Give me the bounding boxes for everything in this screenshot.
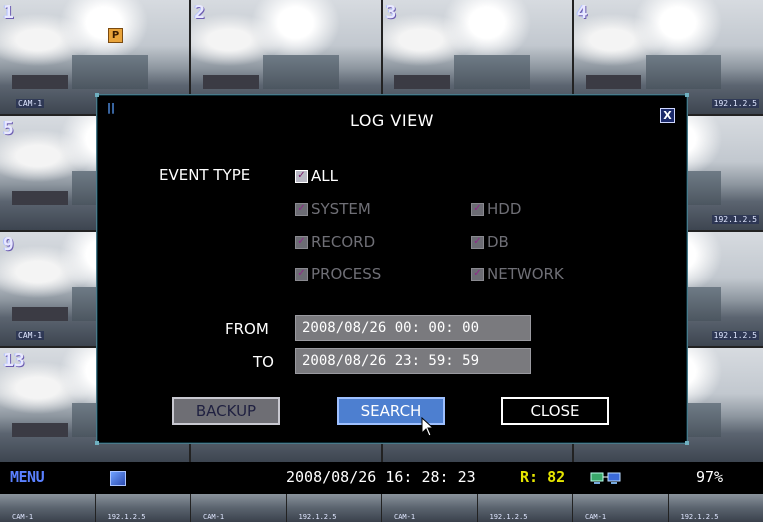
checkbox-label: ALL bbox=[311, 167, 338, 185]
checkbox-label: SYSTEM bbox=[311, 200, 371, 218]
to-datetime-field[interactable]: 2008/08/26 23: 59: 59 bbox=[295, 348, 531, 374]
thumbnail-label: 192.1.2.5 bbox=[489, 513, 528, 521]
camera-number: 5 bbox=[3, 118, 14, 139]
thumbnail[interactable]: CAM-1 bbox=[191, 494, 286, 522]
thumbnail-label: 192.1.2.5 bbox=[107, 513, 146, 521]
camera-number: 4 bbox=[576, 2, 588, 23]
thumbnail-strip: CAM-1 192.1.2.5 CAM-1 192.1.2.5 CAM-1 19… bbox=[0, 494, 763, 522]
menu-button[interactable]: MENU bbox=[10, 468, 45, 486]
record-status: R: 82 bbox=[520, 468, 566, 486]
close-icon[interactable]: X bbox=[660, 108, 675, 123]
dialog-corner bbox=[95, 93, 99, 97]
checkbox-label: DB bbox=[487, 233, 509, 251]
datetime-display: 2008/08/26 16: 28: 23 bbox=[286, 468, 476, 486]
checkbox-all[interactable]: ✓ ALL bbox=[295, 167, 338, 185]
backup-button[interactable]: BACKUP bbox=[172, 397, 280, 425]
thumbnail[interactable]: 192.1.2.5 bbox=[477, 494, 572, 522]
camera-number: 1 bbox=[3, 2, 14, 23]
camera-label: 192.1.2.5 bbox=[711, 331, 759, 340]
status-bar: MENU 2008/08/26 16: 28: 23 R: 82 97% bbox=[0, 462, 763, 494]
camera-number: 9 bbox=[3, 234, 14, 255]
thumbnail-label: CAM-1 bbox=[203, 513, 225, 521]
checkbox-hdd[interactable]: ✓ HDD bbox=[471, 200, 521, 218]
checkbox-checked-icon: ✓ bbox=[471, 267, 484, 281]
camera-label: CAM-1 bbox=[16, 331, 45, 340]
dialog-corner bbox=[685, 93, 689, 97]
disk-usage: 97% bbox=[696, 468, 724, 486]
checkbox-record[interactable]: ✓ RECORD bbox=[295, 233, 375, 251]
checkbox-label: RECORD bbox=[311, 233, 376, 251]
checkbox-checked-icon: ✓ bbox=[295, 267, 308, 281]
dialog-title: LOG VIEW bbox=[349, 111, 434, 130]
checkbox-checked-icon: ✓ bbox=[295, 169, 308, 183]
checkbox-label: PROCESS bbox=[311, 265, 382, 283]
close-button[interactable]: CLOSE bbox=[501, 397, 609, 425]
thumbnail[interactable]: 192.1.2.5 bbox=[668, 494, 763, 522]
thumbnail[interactable]: CAM-1 bbox=[0, 494, 95, 522]
dialog-corner bbox=[95, 441, 99, 445]
log-view-dialog: || LOG VIEW X EVENT TYPE ✓ ALL ✓ SYSTEM … bbox=[95, 93, 689, 445]
checkbox-system[interactable]: ✓ SYSTEM bbox=[295, 200, 371, 218]
checkbox-network[interactable]: ✓ NETWORK bbox=[471, 265, 564, 283]
event-type-label: EVENT TYPE bbox=[159, 166, 251, 184]
checkbox-checked-icon: ✓ bbox=[471, 235, 484, 249]
thumbnail-label: CAM-1 bbox=[585, 513, 607, 521]
ptz-badge-icon: P bbox=[108, 28, 123, 43]
thumbnail-label: 192.1.2.5 bbox=[680, 513, 719, 521]
camera-label: 192.1.2.5 bbox=[711, 215, 759, 224]
camera-number: 13 bbox=[3, 350, 25, 371]
checkbox-label: HDD bbox=[487, 200, 522, 218]
camera-number: 3 bbox=[385, 2, 397, 23]
thumbnail[interactable]: CAM-1 bbox=[382, 494, 477, 522]
thumbnail-label: CAM-1 bbox=[12, 513, 34, 521]
checkbox-process[interactable]: ✓ PROCESS bbox=[295, 265, 381, 283]
checkbox-db[interactable]: ✓ DB bbox=[471, 233, 509, 251]
to-label: TO bbox=[253, 353, 274, 371]
checkbox-checked-icon: ✓ bbox=[295, 202, 308, 216]
checkbox-checked-icon: ✓ bbox=[471, 202, 484, 216]
from-datetime-field[interactable]: 2008/08/26 00: 00: 00 bbox=[295, 315, 531, 341]
checkbox-checked-icon: ✓ bbox=[295, 235, 308, 249]
mouse-pointer-icon bbox=[421, 417, 435, 437]
camera-icon[interactable] bbox=[110, 471, 126, 486]
network-icon bbox=[590, 472, 621, 484]
checkbox-label: NETWORK bbox=[487, 265, 564, 283]
camera-label: CAM-1 bbox=[16, 99, 45, 108]
camera-label: 192.1.2.5 bbox=[711, 99, 759, 108]
thumbnail[interactable]: CAM-1 bbox=[573, 494, 668, 522]
camera-number: 2 bbox=[194, 2, 206, 23]
thumbnail[interactable]: 192.1.2.5 bbox=[95, 494, 190, 522]
thumbnail-label: CAM-1 bbox=[394, 513, 416, 521]
thumbnail-label: 192.1.2.5 bbox=[298, 513, 337, 521]
thumbnail[interactable]: 192.1.2.5 bbox=[286, 494, 381, 522]
dialog-corner bbox=[685, 441, 689, 445]
from-label: FROM bbox=[225, 320, 269, 338]
